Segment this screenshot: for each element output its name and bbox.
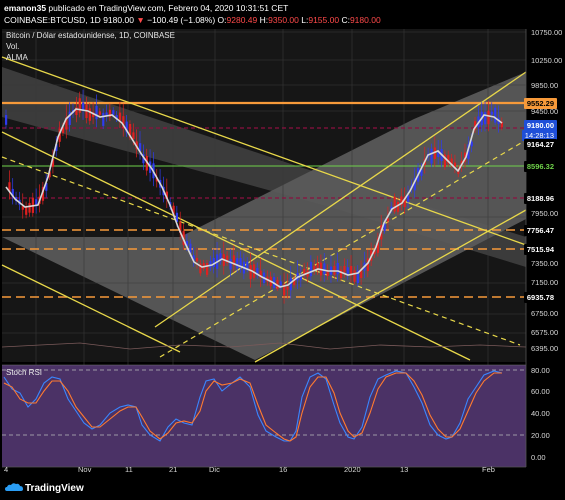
time-tick: 16 bbox=[279, 465, 288, 474]
price-tag-9552: 9552.29 bbox=[523, 98, 557, 109]
stoch-tick: 20.00 bbox=[531, 431, 550, 440]
candle-body[interactable] bbox=[393, 196, 396, 212]
candle-body[interactable] bbox=[279, 281, 282, 286]
candle-body[interactable] bbox=[95, 105, 98, 120]
candle-body[interactable] bbox=[396, 202, 400, 212]
candle-body[interactable] bbox=[98, 111, 101, 115]
time-tick: 2020 bbox=[344, 465, 361, 474]
price-tag-7515: 7515.94 bbox=[523, 244, 557, 255]
ohlc-close: 9180.00 bbox=[349, 15, 381, 25]
candle-body[interactable] bbox=[209, 261, 212, 268]
time-tick: 4 bbox=[4, 465, 9, 474]
ohlc-close-label: C: bbox=[341, 15, 350, 25]
candle-body[interactable] bbox=[118, 112, 122, 121]
time-tick: Dic bbox=[209, 465, 220, 474]
legend-stoch-rsi[interactable]: Stoch RSI bbox=[6, 368, 42, 377]
stoch-rsi-panel[interactable] bbox=[2, 365, 526, 467]
legend-volume[interactable]: Vol. bbox=[6, 42, 19, 51]
candle-body[interactable] bbox=[132, 132, 135, 140]
symbol-name: COINBASE:BTCUSD, 1D bbox=[4, 15, 101, 25]
candle-body[interactable] bbox=[494, 107, 497, 123]
last-price: 9180.00 bbox=[103, 15, 134, 25]
price-tick: 10250.00 bbox=[531, 56, 563, 65]
price-tag-8188: 8188.96 bbox=[523, 193, 557, 204]
candle-body[interactable] bbox=[28, 203, 31, 213]
price-tag-9164: 9164.27 bbox=[523, 139, 557, 150]
price-chart-canvas[interactable] bbox=[0, 27, 565, 474]
chart-area[interactable]: Bitcoin / Dólar estadounidense, 1D, COIN… bbox=[0, 27, 565, 474]
candle-body[interactable] bbox=[484, 112, 487, 125]
author-name[interactable]: emanon35 bbox=[4, 3, 46, 13]
time-tick: 13 bbox=[400, 465, 409, 474]
candle-body[interactable] bbox=[195, 258, 199, 262]
ohlc-high-label: H: bbox=[259, 15, 269, 25]
candle-body[interactable] bbox=[286, 286, 289, 290]
candle-body[interactable] bbox=[112, 110, 115, 115]
tradingview-cloud-icon bbox=[5, 483, 23, 491]
candle-body[interactable] bbox=[340, 269, 343, 279]
brand-name: TradingView bbox=[25, 483, 84, 494]
candle-body[interactable] bbox=[346, 267, 349, 275]
price-tag-8596: 8596.32 bbox=[523, 161, 557, 172]
price-tag-7756: 7756.47 bbox=[523, 225, 557, 236]
ohlc-high: 9350.00 bbox=[268, 15, 299, 25]
candle-body[interactable] bbox=[487, 110, 490, 125]
stoch-tick: 80.00 bbox=[531, 366, 550, 375]
symbol-line: COINBASE:BTCUSD, 1D 9180.00 ▼ −100.49 (−… bbox=[4, 15, 381, 25]
stoch-tick: 0.00 bbox=[531, 453, 546, 462]
ohlc-low: 9155.00 bbox=[308, 15, 340, 25]
time-tick: 11 bbox=[125, 465, 133, 474]
price-tick: 6395.00 bbox=[531, 344, 559, 353]
candle-body[interactable] bbox=[206, 263, 209, 275]
candle-body[interactable] bbox=[323, 263, 326, 275]
candle-body[interactable] bbox=[102, 112, 105, 126]
price-tick: 7150.00 bbox=[531, 278, 559, 287]
candle-body[interactable] bbox=[236, 258, 239, 269]
stoch-tick: 40.00 bbox=[531, 409, 550, 418]
candle-body[interactable] bbox=[5, 115, 8, 125]
candle-body[interactable] bbox=[343, 265, 346, 273]
legend-alma[interactable]: ALMA bbox=[6, 53, 28, 62]
ohlc-open-label: O: bbox=[217, 15, 227, 25]
price-tick: 7350.00 bbox=[531, 259, 559, 268]
candle-body[interactable] bbox=[88, 108, 91, 121]
legend-title[interactable]: Bitcoin / Dólar estadounidense, 1D, COIN… bbox=[6, 31, 175, 40]
price-tick: 9850.00 bbox=[531, 81, 559, 90]
price-tick: 10750.00 bbox=[531, 28, 563, 37]
price-tick: 6575.00 bbox=[531, 328, 559, 337]
chart-header: emanon35 publicado en TradingView.com, F… bbox=[0, 0, 565, 27]
time-tick: 21 bbox=[169, 465, 178, 474]
candle-body[interactable] bbox=[249, 265, 252, 280]
stoch-tick: 60.00 bbox=[531, 387, 550, 396]
time-tick: Nov bbox=[78, 465, 92, 474]
price-tick: 6750.00 bbox=[531, 309, 559, 318]
candle-body[interactable] bbox=[490, 111, 493, 115]
publish-line: emanon35 publicado en TradingView.com, F… bbox=[4, 3, 288, 13]
price-change: −100.49 (−1.08%) bbox=[147, 15, 216, 25]
candle-body[interactable] bbox=[353, 270, 356, 282]
candle-body[interactable] bbox=[336, 262, 339, 275]
price-tag-6935: 6935.78 bbox=[523, 292, 557, 303]
candle-body[interactable] bbox=[229, 259, 232, 270]
price-tick: 7950.00 bbox=[531, 209, 559, 218]
candle-body[interactable] bbox=[309, 261, 313, 277]
tradingview-logo[interactable]: TradingView bbox=[5, 482, 84, 494]
time-tick: Feb bbox=[482, 465, 495, 474]
candle-body[interactable] bbox=[430, 148, 433, 164]
candle-body[interactable] bbox=[78, 98, 81, 113]
ohlc-open: 9280.49 bbox=[226, 15, 258, 25]
footer: TradingView bbox=[0, 474, 565, 500]
publish-text: publicado en TradingView.com, Febrero 04… bbox=[48, 3, 289, 13]
candle-body[interactable] bbox=[212, 257, 215, 267]
down-arrow-icon: ▼ bbox=[136, 15, 145, 25]
